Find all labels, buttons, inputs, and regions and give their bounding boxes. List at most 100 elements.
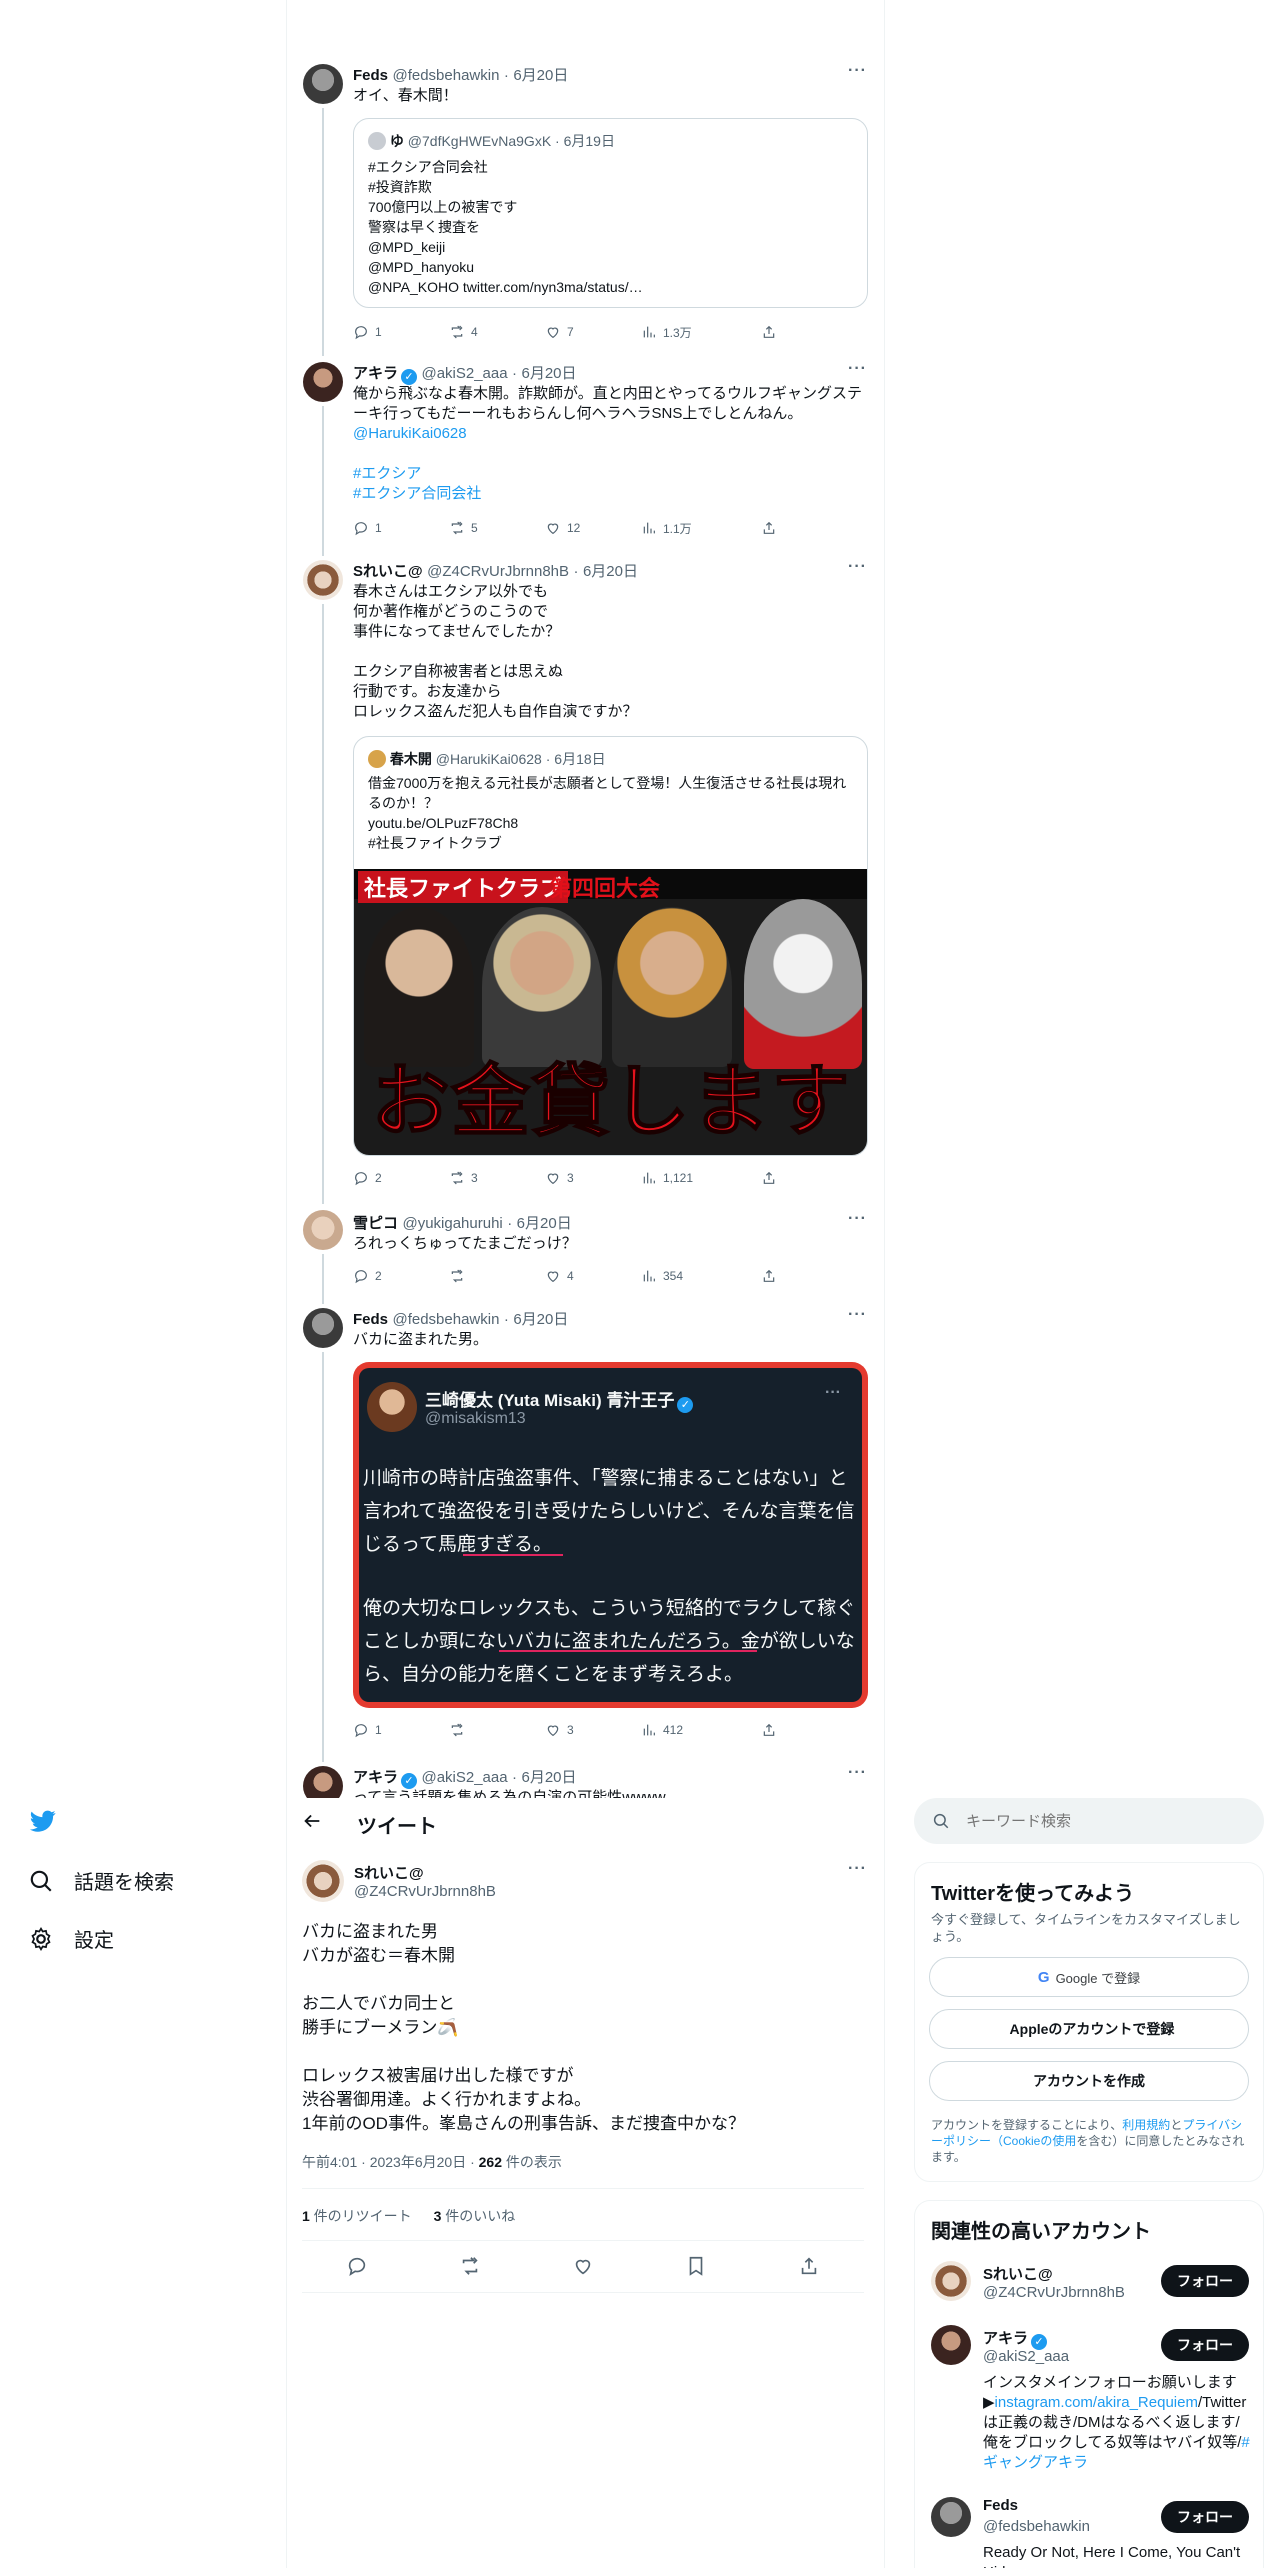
author-handle[interactable]: @fedsbehawkin (392, 67, 499, 84)
author-name[interactable]: Feds (353, 1311, 388, 1328)
avatar[interactable] (303, 362, 343, 402)
retweet-button[interactable]: 3 (449, 1170, 478, 1186)
reply-button[interactable]: 2 (353, 1170, 382, 1186)
author-handle[interactable]: @fedsbehawkin (392, 1311, 499, 1328)
views-button[interactable]: 412 (641, 1722, 683, 1738)
share-button[interactable] (761, 1722, 777, 1738)
share-button[interactable] (761, 1268, 777, 1284)
follow-button[interactable]: フォロー (1161, 2265, 1249, 2297)
avatar[interactable] (303, 1308, 343, 1348)
account-name[interactable]: Sれいこ@ (983, 2263, 1053, 2284)
like-button[interactable]: 12 (545, 520, 580, 536)
author-name[interactable]: Feds (353, 67, 388, 84)
video-thumbnail[interactable]: 社長ファイトクラブ 第四回大会 お金貸します (354, 869, 867, 1155)
like-button[interactable] (572, 2255, 594, 2282)
bookmark-button[interactable] (685, 2255, 707, 2282)
author-handle[interactable]: @yukigahuruhi (402, 1215, 502, 1232)
twitter-logo-icon[interactable] (28, 1808, 58, 1839)
account-handle[interactable]: @fedsbehawkin (983, 2518, 1090, 2535)
nav-settings[interactable]: 設定 (28, 1924, 114, 1953)
quoted-tweet[interactable]: ゆ @7dfKgHWEvNa9GxK · 6月19日 #エクシア合同会社 #投資… (353, 118, 868, 308)
retweet-button[interactable]: 4 (449, 324, 478, 340)
views-button[interactable]: 1.3万 (641, 324, 692, 341)
reply-button[interactable]: 1 (353, 520, 382, 536)
more-options-icon[interactable]: ··· (848, 1764, 867, 1782)
author-name[interactable]: アキラ (353, 365, 398, 382)
tweet-date[interactable]: 6月20日 (513, 1311, 568, 1328)
terms-link[interactable]: 利用規約 (1122, 2118, 1170, 2132)
author-handle[interactable]: @Z4CRvUrJbrnn8hB (427, 563, 569, 580)
reply-button[interactable]: 1 (353, 1722, 382, 1738)
retweet-button[interactable]: 5 (449, 520, 478, 536)
author-name[interactable]: アキラ (353, 1769, 398, 1786)
author-name[interactable]: 雪ピコ (353, 1215, 398, 1232)
underline-mark (499, 1650, 757, 1652)
share-button[interactable] (761, 324, 777, 340)
account-name[interactable]: Feds (983, 2497, 1018, 2514)
retweet-count: 3 (471, 1171, 478, 1185)
author-handle[interactable]: @akiS2_aaa (421, 1769, 507, 1786)
author-handle[interactable]: @Z4CRvUrJbrnn8hB (354, 1883, 496, 1900)
tweet-date[interactable]: 6月20日 (522, 365, 577, 382)
tweet-timestamp[interactable]: 午前4:01 · 2023年6月20日 · (302, 2154, 479, 2170)
avatar[interactable] (302, 1860, 344, 1902)
create-account-button[interactable]: アカウントを作成 (929, 2061, 1249, 2101)
tweet-date[interactable]: 6月20日 (583, 563, 638, 580)
like-button[interactable]: 4 (545, 1268, 574, 1284)
retweet-stat[interactable]: 1 件のリツイート (302, 2208, 412, 2224)
author-name[interactable]: Sれいこ@ (353, 563, 423, 580)
views-button[interactable]: 354 (641, 1268, 683, 1284)
more-options-icon[interactable]: ··· (848, 360, 867, 378)
reply-button[interactable]: 1 (353, 324, 382, 340)
nav-explore[interactable]: 話題を検索 (28, 1866, 174, 1895)
avatar[interactable] (303, 1210, 343, 1250)
retweet-button[interactable] (449, 1722, 471, 1738)
more-options-icon[interactable]: ··· (848, 558, 867, 576)
avatar[interactable] (931, 2497, 971, 2537)
more-options-icon[interactable]: ··· (848, 62, 867, 80)
search-box[interactable] (914, 1798, 1264, 1844)
account-handle[interactable]: @Z4CRvUrJbrnn8hB (983, 2284, 1125, 2301)
like-button[interactable]: 7 (545, 324, 574, 340)
follow-button[interactable]: フォロー (1161, 2329, 1249, 2361)
avatar[interactable] (303, 560, 343, 600)
tweet-date[interactable]: 6月20日 (517, 1215, 572, 1232)
back-arrow-icon[interactable] (301, 1810, 323, 1837)
quoted-tweet[interactable]: 春木開 @HarukiKai0628 · 6月18日 借金7000万を抱える元社… (353, 736, 868, 1156)
retweet-button[interactable] (449, 1268, 471, 1284)
avatar[interactable] (303, 64, 343, 104)
views-button[interactable]: 1.1万 (641, 520, 692, 537)
more-options-icon[interactable]: ··· (848, 1860, 867, 1878)
follow-button[interactable]: フォロー (1161, 2501, 1249, 2533)
like-button[interactable]: 3 (545, 1170, 574, 1186)
tweet-date[interactable]: 6月20日 (522, 1769, 577, 1786)
attached-image[interactable]: 三崎優太 (Yuta Misaki) 青汁王子 ✓ @misakism13 ···… (353, 1362, 868, 1708)
mention-link[interactable]: @HarukiKai0628 (353, 424, 467, 444)
like-stat[interactable]: 3 件のいいね (434, 2208, 516, 2224)
hashtag-link[interactable]: #エクシア (353, 464, 421, 484)
author-handle[interactable]: @akiS2_aaa (421, 365, 507, 382)
account-name[interactable]: アキラ (983, 2330, 1028, 2347)
tweet-date[interactable]: 6月20日 (513, 67, 568, 84)
search-input[interactable] (966, 1808, 1246, 1834)
hashtag-link[interactable]: #エクシア合同会社 (353, 484, 481, 504)
share-button[interactable] (761, 520, 777, 536)
quoted-author-name: ゆ (389, 133, 404, 149)
reply-button[interactable]: 2 (353, 1268, 382, 1284)
tweet-actions: 1 5 12 1.1万 (353, 518, 868, 538)
account-handle[interactable]: @akiS2_aaa (983, 2348, 1069, 2365)
avatar[interactable] (931, 2325, 971, 2365)
share-button[interactable] (761, 1170, 777, 1186)
author-name[interactable]: Sれいこ@ (354, 1862, 424, 1883)
reply-button[interactable] (346, 2255, 368, 2282)
apple-signup-button[interactable]: Appleのアカウントで登録 (929, 2009, 1249, 2049)
retweet-button[interactable] (459, 2255, 481, 2282)
bio-link[interactable]: instagram.com/akira_Requiem (995, 2394, 1198, 2411)
more-options-icon[interactable]: ··· (848, 1210, 867, 1228)
views-button[interactable]: 1,121 (641, 1170, 693, 1186)
share-button[interactable] (798, 2255, 820, 2282)
like-button[interactable]: 3 (545, 1722, 574, 1738)
more-options-icon[interactable]: ··· (848, 1306, 867, 1324)
google-signup-button[interactable]: G Google で登録 (929, 1957, 1249, 1997)
avatar[interactable] (931, 2261, 971, 2301)
